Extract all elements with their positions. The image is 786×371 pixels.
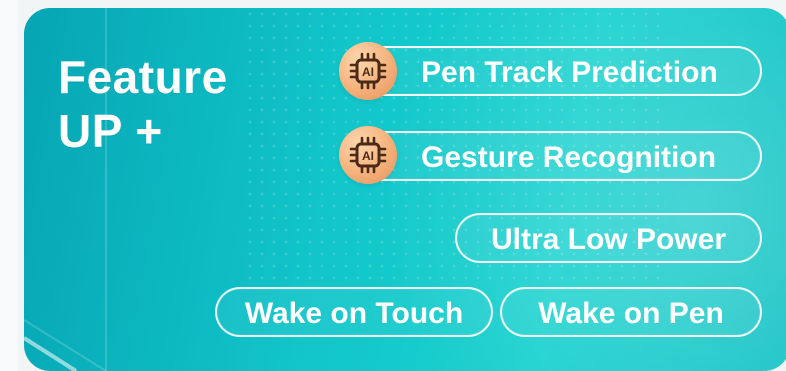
headline-line-1: Feature (58, 51, 228, 103)
feature-label: Wake on Touch (244, 297, 464, 330)
ai-chip-icon: AI (339, 126, 397, 184)
headline: Feature UP + (58, 50, 228, 158)
feature-pill-ultra-low-power: Ultra Low Power (455, 213, 762, 263)
feature-pill-wake-on-pen: Wake on Pen (500, 287, 762, 337)
feature-pill-pen-track-prediction: Pen Track Prediction (349, 46, 762, 96)
feature-pill-gesture-recognition: Gesture Recognition (349, 131, 762, 181)
ai-chip-icon: AI (339, 42, 397, 100)
left-background-strip (0, 0, 18, 371)
feature-label: Gesture Recognition (421, 141, 717, 174)
svg-text:AI: AI (362, 65, 374, 79)
feature-label: Wake on Pen (538, 297, 724, 330)
feature-label: Pen Track Prediction (421, 56, 718, 89)
headline-line-2: UP + (58, 105, 163, 157)
feature-label: Ultra Low Power (490, 223, 727, 256)
feature-pill-wake-on-touch: Wake on Touch (215, 287, 493, 337)
svg-text:AI: AI (362, 149, 374, 163)
feature-up-banner: Feature UP + Pen Track Prediction AI Ges… (24, 8, 786, 371)
